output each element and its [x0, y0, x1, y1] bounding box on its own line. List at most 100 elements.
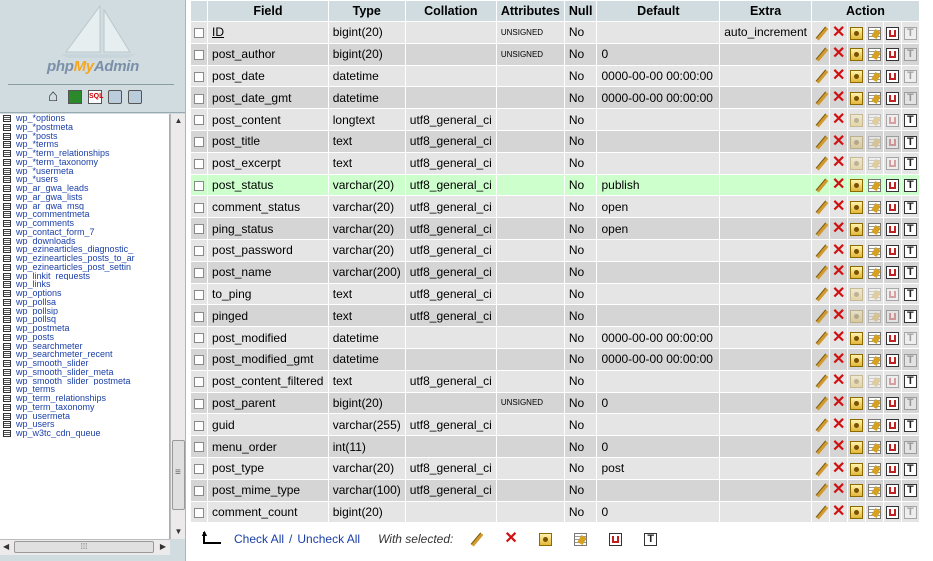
scroll-up-icon[interactable]: ▲ [171, 114, 185, 128]
primary-key-icon[interactable] [849, 70, 863, 84]
table-list-item[interactable]: wp_w3tc_cdn_queue [0, 429, 169, 438]
table-row[interactable]: post_modified_gmt datetime No 0000-00-00 00… [191, 348, 919, 370]
docs-icon[interactable] [108, 90, 122, 104]
table-row[interactable]: post_content longtext utf8_general_ci No [191, 109, 919, 130]
table-row[interactable]: ping_status varchar(20) utf8_general_ci No o… [191, 218, 919, 239]
primary-key-icon[interactable] [849, 244, 863, 258]
row-checkbox-box[interactable] [194, 267, 205, 278]
unique-icon[interactable] [867, 113, 881, 127]
table-list-item[interactable]: wp_ezinearticles_posts_to_ar [0, 254, 169, 263]
table-list-item[interactable]: wp_smooth_slider_postmeta [0, 377, 169, 386]
row-checkbox-box[interactable] [194, 180, 205, 191]
table-row[interactable]: post_date_gmt datetime No 0000-00-00 00:00:… [191, 87, 919, 109]
table-list-item[interactable]: wp_ar_gwa_lists [0, 193, 169, 202]
vertical-scrollbar[interactable]: ▲ ▼ [170, 114, 185, 539]
table-row[interactable]: pinged text utf8_general_ci No [191, 305, 919, 327]
home-icon[interactable] [48, 87, 62, 104]
edit-icon[interactable] [469, 533, 482, 546]
unique-icon[interactable] [867, 288, 881, 302]
row-checkbox[interactable] [191, 348, 208, 370]
row-checkbox-box[interactable] [194, 50, 205, 61]
row-checkbox-box[interactable] [194, 376, 205, 387]
index-icon[interactable] [885, 397, 899, 411]
row-checkbox[interactable] [191, 457, 208, 479]
index-icon[interactable] [885, 288, 899, 302]
edit-icon[interactable] [814, 354, 827, 367]
drop-icon[interactable] [832, 503, 845, 521]
check-all-link[interactable]: Check All [234, 532, 284, 546]
row-checkbox[interactable] [191, 392, 208, 414]
table-list-item[interactable]: wp_postmeta [0, 324, 169, 333]
unique-icon[interactable] [867, 91, 881, 105]
fulltext-icon[interactable] [903, 309, 917, 323]
drop-icon[interactable] [832, 242, 845, 260]
index-icon[interactable] [885, 179, 899, 193]
table-row[interactable]: to_ping text utf8_general_ci No [191, 283, 919, 305]
primary-key-icon[interactable] [849, 26, 863, 40]
unique-icon[interactable] [867, 418, 881, 432]
fulltext-icon[interactable] [903, 353, 917, 367]
table-list-item[interactable]: wp_*posts [0, 132, 169, 141]
row-checkbox[interactable] [191, 109, 208, 130]
table-list-item[interactable]: wp_searchmeter_recent [0, 350, 169, 359]
primary-key-icon[interactable] [849, 397, 863, 411]
table-row[interactable]: comment_status varchar(20) utf8_general_ci… [191, 196, 919, 218]
table-list-item[interactable]: wp_ar_gwa_leads [0, 184, 169, 193]
fulltext-icon[interactable] [903, 91, 917, 105]
row-checkbox[interactable] [191, 22, 208, 43]
horizontal-scrollbar[interactable]: ◀ ⁞⁞⁞ ▶ [0, 539, 170, 555]
table-row[interactable]: post_content_filtered text utf8_general_ci… [191, 370, 919, 392]
row-checkbox[interactable] [191, 239, 208, 261]
fulltext-icon[interactable] [903, 462, 917, 476]
table-row[interactable]: menu_order int(11) No 0 [191, 436, 919, 457]
index-icon[interactable] [885, 222, 899, 236]
row-checkbox[interactable] [191, 65, 208, 87]
unique-icon[interactable] [867, 135, 881, 149]
drop-icon[interactable] [832, 198, 845, 216]
fulltext-icon[interactable] [903, 222, 917, 236]
drop-icon[interactable] [832, 329, 845, 347]
fulltext-icon[interactable] [903, 135, 917, 149]
row-checkbox-box[interactable] [194, 71, 205, 82]
row-checkbox[interactable] [191, 261, 208, 283]
edit-icon[interactable] [814, 310, 827, 323]
fulltext-icon[interactable] [903, 179, 917, 193]
primary-key-icon[interactable] [849, 506, 863, 520]
table-row[interactable]: post_status varchar(20) utf8_general_ci No p… [191, 174, 919, 196]
table-list-item[interactable]: wp_terms [0, 385, 169, 394]
table-list-item[interactable]: wp_commentmeta [0, 210, 169, 219]
table-list-item[interactable]: wp_*postmeta [0, 123, 169, 132]
index-icon[interactable] [885, 26, 899, 40]
edit-icon[interactable] [814, 332, 827, 345]
scroll-thumb[interactable]: ⁞⁞⁞ [14, 541, 154, 553]
table-list-item[interactable]: wp_ar_gwa_msg [0, 202, 169, 211]
drop-icon[interactable] [504, 530, 517, 548]
index-icon[interactable] [885, 462, 899, 476]
table-row[interactable]: post_parent bigint(20) UNSIGNED No 0 [191, 392, 919, 414]
row-checkbox-box[interactable] [194, 507, 205, 518]
drop-icon[interactable] [832, 307, 845, 325]
table-row[interactable]: post_date datetime No 0000-00-00 00:00:00 [191, 65, 919, 87]
header-collation[interactable]: Collation [405, 1, 496, 21]
row-checkbox-box[interactable] [194, 289, 205, 300]
scroll-down-icon[interactable]: ▼ [171, 525, 185, 539]
table-list-item[interactable]: wp_users [0, 420, 169, 429]
fulltext-icon[interactable] [903, 375, 917, 389]
fulltext-icon[interactable] [903, 244, 917, 258]
unique-icon[interactable] [867, 353, 881, 367]
row-checkbox-box[interactable] [194, 464, 205, 475]
table-row[interactable]: post_mime_type varchar(100) utf8_general_c… [191, 479, 919, 501]
header-extra[interactable]: Extra [720, 1, 811, 21]
table-row[interactable]: comment_count bigint(20) No 0 [191, 501, 919, 523]
table-list-item[interactable]: wp_ezinearticles_diagnostic_ [0, 245, 169, 254]
table-list-item[interactable]: wp_linkit_requests [0, 272, 169, 281]
table-list-item[interactable]: wp_*users [0, 175, 169, 184]
table-list-item[interactable]: wp_downloads [0, 237, 169, 246]
table-list-item[interactable]: wp_*options [0, 114, 169, 123]
unique-icon[interactable] [867, 26, 881, 40]
unique-icon[interactable] [867, 462, 881, 476]
header-null[interactable]: Null [564, 1, 597, 21]
row-checkbox-box[interactable] [194, 420, 205, 431]
edit-icon[interactable] [814, 70, 827, 83]
row-checkbox[interactable] [191, 479, 208, 501]
